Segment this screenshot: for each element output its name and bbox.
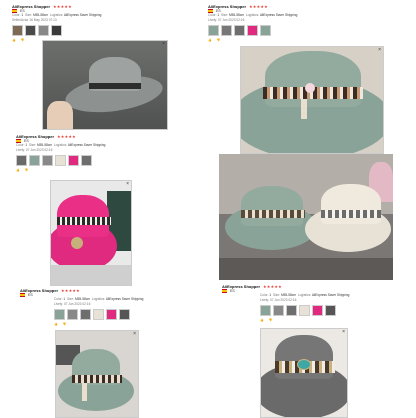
review-card-3: AliExpress Shopper ★★★★★ ES Color: 1 Siz… — [16, 134, 106, 172]
dislike-icon[interactable]: 👎 — [21, 38, 25, 42]
review-photo-4[interactable] — [219, 154, 393, 280]
review-photo-3[interactable]: × — [50, 180, 132, 286]
reviewer-name: AliExpress Shopper — [12, 4, 51, 9]
star-rating-icon: ★★★★★ — [53, 4, 72, 9]
dislike-icon[interactable]: 👎 — [269, 318, 273, 322]
close-icon[interactable]: × — [133, 331, 136, 337]
review-photo-2[interactable]: × — [240, 46, 384, 154]
review-card-5: AliExpress Shopper ★★★★★ ES Color: 1 Siz… — [20, 288, 144, 326]
dislike-icon[interactable]: 👎 — [63, 322, 67, 326]
review-photo-6[interactable]: × — [260, 328, 348, 418]
flag-icon — [12, 9, 17, 13]
star-rating-icon: ★★★★★ — [61, 288, 80, 293]
like-icon[interactable]: 👍 — [12, 38, 16, 42]
like-icon[interactable]: 👍 — [260, 318, 264, 322]
star-rating-icon: ★★★★★ — [249, 4, 268, 9]
dislike-icon[interactable]: 👎 — [217, 38, 221, 42]
hand-image — [47, 101, 73, 129]
dislike-icon[interactable]: 👎 — [25, 168, 29, 172]
like-icon[interactable]: 👍 — [16, 168, 20, 172]
star-rating-icon: ★★★★★ — [263, 284, 282, 289]
thumbnail[interactable] — [25, 25, 36, 36]
review-card-6: AliExpress Shopper ★★★★★ ES Color: 1 Siz… — [222, 284, 350, 322]
thumbnail-strip — [12, 25, 172, 36]
flag-icon — [222, 289, 227, 293]
review-date: Seller/Actor 16 May 2023 07:13 — [12, 18, 57, 22]
review-card-1: AliExpress Shopper ★★★★★ ES Color: 1 Siz… — [12, 4, 172, 42]
close-icon[interactable]: × — [162, 41, 165, 47]
star-rating-icon: ★★★★★ — [57, 134, 76, 139]
thumbnail[interactable] — [38, 25, 49, 36]
close-icon[interactable]: × — [378, 47, 381, 53]
close-icon[interactable]: × — [342, 329, 345, 335]
like-icon[interactable]: 👍 — [54, 322, 58, 326]
thumbnail[interactable] — [51, 25, 62, 36]
flag-icon — [16, 139, 21, 143]
review-card-2: AliExpress Shopper ★★★★★ ES Color: 1 Siz… — [208, 4, 298, 42]
close-icon[interactable]: × — [126, 181, 129, 187]
review-photo-5[interactable]: × — [55, 330, 139, 418]
flag-icon — [208, 9, 213, 13]
thumbnail[interactable] — [12, 25, 23, 36]
like-icon[interactable]: 👍 — [208, 38, 212, 42]
review-photo-1[interactable]: × — [42, 40, 168, 130]
flag-icon — [20, 293, 25, 297]
